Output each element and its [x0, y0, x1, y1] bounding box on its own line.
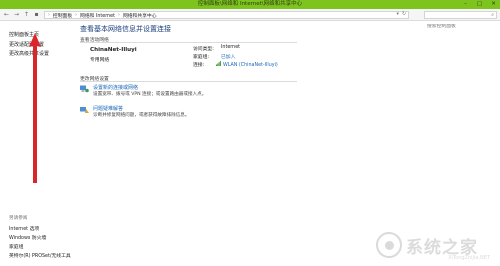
breadcrumb-sharing-center[interactable]: 网络和共享中心 [123, 12, 157, 19]
homegroup-link[interactable]: 已加入 [221, 53, 235, 60]
network-type: 专用网络 [90, 58, 110, 63]
search-input[interactable] [425, 23, 485, 30]
search-icon[interactable]: ⌕ [491, 12, 494, 18]
troubleshoot-icon [80, 107, 89, 113]
troubleshoot-desc: 诊断并修复网络问题，或者获得故障排除信息。 [93, 113, 190, 118]
page-title: 查看基本网络信息并设置连接 [80, 25, 171, 33]
watermark-subtext: XiTongZhiJia.NET [448, 255, 490, 261]
connection-name: WLAN (ChinaNet-Illuyi) [223, 63, 278, 68]
title-bar: 控制面板\网络和 Internet\网络和共享中心 – □ ✕ [0, 0, 500, 9]
network-setup-icon [80, 85, 89, 93]
setup-connection-desc: 设置宽带、拨号或 VPN 连接；或设置路由器或接入点。 [93, 92, 207, 97]
divider [80, 42, 297, 43]
troubleshoot-link[interactable]: 问题疑难解答 [93, 105, 123, 112]
forward-icon[interactable]: → [13, 11, 20, 19]
see-also-label: 另请参阅 [9, 216, 28, 221]
maximize-button[interactable]: □ [475, 1, 484, 8]
refresh-icon[interactable]: ↻ [402, 12, 406, 18]
up-icon[interactable]: ↑ [23, 11, 30, 19]
network-name: ChinaNet-Illuyi [90, 47, 137, 53]
homegroup-label: 家庭组: [193, 55, 210, 60]
see-also-internet-options[interactable]: Internet 选项 [9, 225, 39, 232]
connection-link[interactable]: WLAN (ChinaNet-Illuyi) [216, 61, 278, 68]
connection-label: 连接: [193, 63, 205, 68]
watermark-text: 系统之家 [406, 237, 478, 258]
see-also-homegroup[interactable]: 家庭组 [9, 243, 23, 250]
address-bar[interactable]: › 控制面板 › 网络和 Internet › 网络和共享中心 ▾ ↻ [44, 11, 409, 19]
minimize-button[interactable]: – [461, 1, 470, 8]
breadcrumb-network-internet[interactable]: 网络和 Internet [80, 12, 115, 19]
back-icon[interactable]: ← [3, 11, 10, 19]
wifi-signal-icon [216, 61, 221, 66]
control-panel-icon: ▪ [34, 11, 39, 18]
divider [80, 81, 297, 82]
setup-connection-link[interactable]: 设置新的连接或网络 [93, 84, 138, 91]
see-also-firewall[interactable]: Windows 防火墙 [9, 234, 46, 241]
chevron-down-icon[interactable]: ▾ [397, 12, 399, 18]
close-button[interactable]: ✕ [489, 1, 498, 8]
watermark: 系统之家 XiTongZhiJia.NET [376, 230, 496, 261]
navigation-bar: ← → ↑ ▪ › 控制面板 › 网络和 Internet › 网络和共享中心 … [0, 9, 500, 30]
window-title: 控制面板\网络和 Internet\网络和共享中心 [197, 1, 303, 7]
see-also-proset-wireless[interactable]: 英特尔(R) PROSet/无线工具 [9, 252, 71, 259]
access-type-value: Internet [221, 45, 241, 50]
search-box[interactable]: ⌕ [424, 11, 497, 30]
annotation-arrow [29, 33, 41, 183]
breadcrumb-control-panel[interactable]: 控制面板 [53, 12, 72, 19]
access-type-label: 访问类型: [193, 47, 214, 52]
watermark-logo [376, 232, 402, 258]
